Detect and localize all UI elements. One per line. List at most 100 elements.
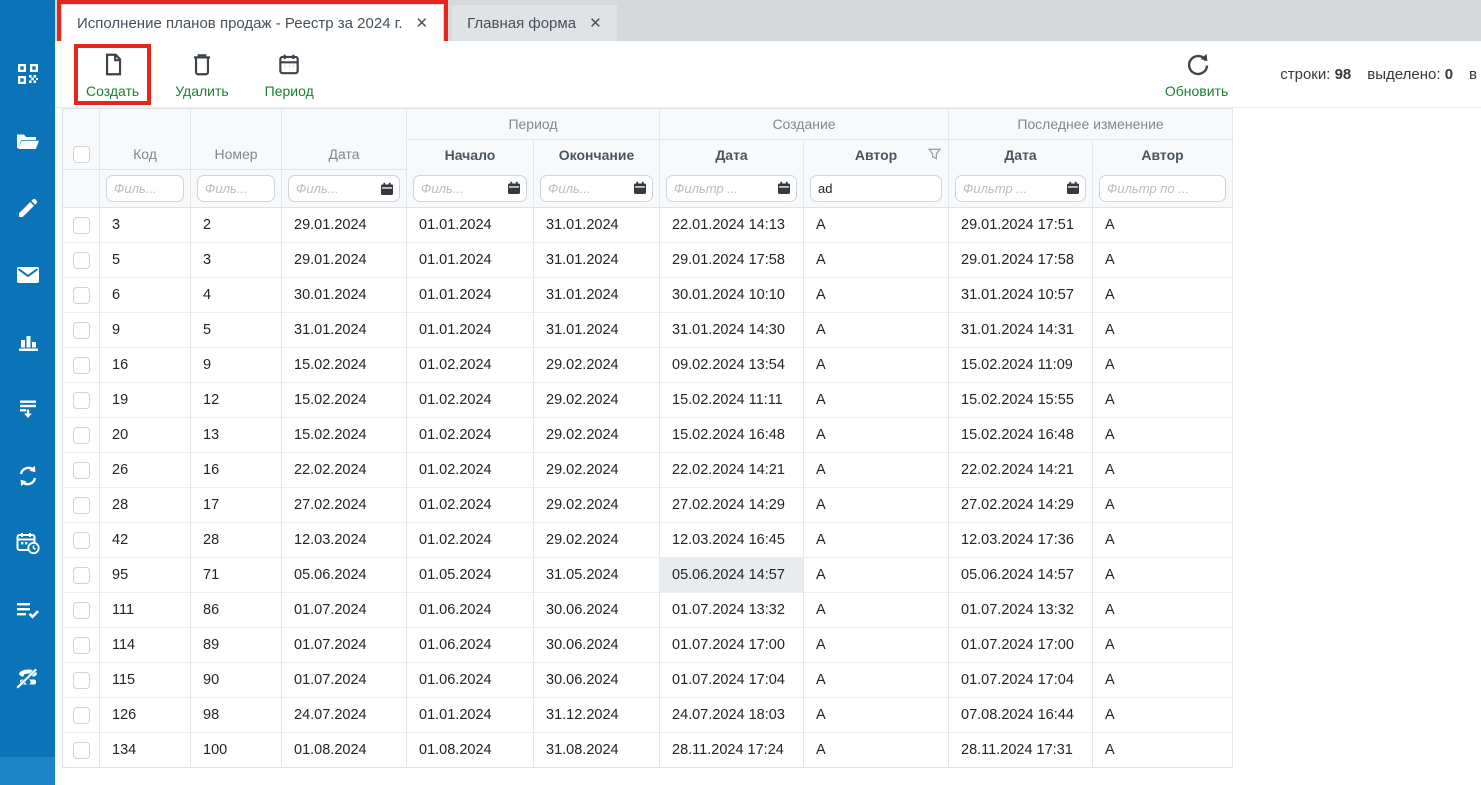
row-checkbox[interactable] [73, 602, 90, 619]
calendar-icon[interactable] [777, 181, 791, 200]
delete-button[interactable]: Удалить [167, 48, 236, 101]
cell-start[interactable]: 01.01.2024 [407, 243, 534, 278]
cell-modified-date[interactable]: 01.07.2024 13:32 [949, 593, 1093, 628]
bar-chart-icon[interactable] [13, 330, 43, 354]
row-checkbox[interactable] [73, 742, 90, 759]
cell-date[interactable]: 29.01.2024 [282, 243, 407, 278]
calendar-icon[interactable] [507, 181, 521, 200]
cell-number[interactable]: 3 [191, 243, 282, 278]
cell-date[interactable]: 30.01.2024 [282, 278, 407, 313]
cell-code[interactable]: 19 [100, 383, 191, 418]
cell-created-author[interactable]: A [804, 418, 949, 453]
cell-start[interactable]: 01.01.2024 [407, 278, 534, 313]
cell-date[interactable]: 01.07.2024 [282, 628, 407, 663]
number-filter-input[interactable] [197, 175, 275, 202]
cell-created-date[interactable]: 09.02.2024 13:54 [660, 348, 804, 383]
cell-number[interactable]: 16 [191, 453, 282, 488]
cell-end[interactable]: 31.12.2024 [534, 698, 660, 733]
row-checkbox[interactable] [73, 392, 90, 409]
cell-code[interactable]: 20 [100, 418, 191, 453]
calendar-icon[interactable] [380, 182, 394, 201]
cell-created-author[interactable]: A [804, 733, 949, 768]
row-checkbox[interactable] [73, 707, 90, 724]
list-download-icon[interactable] [13, 397, 43, 421]
cell-date[interactable]: 15.02.2024 [282, 348, 407, 383]
phone-slash-icon[interactable] [13, 665, 43, 689]
cell-modified-date[interactable]: 05.06.2024 14:57 [949, 558, 1093, 593]
cell-code[interactable]: 126 [100, 698, 191, 733]
column-header-created-date[interactable]: Дата [660, 140, 804, 170]
cell-number[interactable]: 17 [191, 488, 282, 523]
cell-modified-date[interactable]: 01.07.2024 17:04 [949, 663, 1093, 698]
cell-number[interactable]: 86 [191, 593, 282, 628]
cell-start[interactable]: 01.02.2024 [407, 523, 534, 558]
cell-end[interactable]: 30.06.2024 [534, 593, 660, 628]
filter-funnel-icon[interactable] [928, 148, 941, 164]
cell-date[interactable]: 24.07.2024 [282, 698, 407, 733]
cell-modified-date[interactable]: 15.02.2024 15:55 [949, 383, 1093, 418]
column-header-modified-date[interactable]: Дата [949, 140, 1093, 170]
cell-end[interactable]: 31.01.2024 [534, 243, 660, 278]
row-checkbox[interactable] [73, 287, 90, 304]
cell-number[interactable]: 9 [191, 348, 282, 383]
cell-modified-author[interactable]: A [1093, 383, 1233, 418]
cell-created-author[interactable]: A [804, 698, 949, 733]
cell-code[interactable]: 28 [100, 488, 191, 523]
cell-end[interactable]: 31.01.2024 [534, 208, 660, 243]
created-author-filter-input[interactable] [810, 175, 942, 202]
qr-code-icon[interactable] [13, 62, 43, 86]
cell-modified-author[interactable]: A [1093, 313, 1233, 348]
cell-number[interactable]: 90 [191, 663, 282, 698]
cell-number[interactable]: 89 [191, 628, 282, 663]
cell-modified-date[interactable]: 27.02.2024 14:29 [949, 488, 1093, 523]
cell-modified-date[interactable]: 29.01.2024 17:58 [949, 243, 1093, 278]
cell-created-author[interactable]: A [804, 558, 949, 593]
column-header-date[interactable]: Дата [282, 109, 407, 170]
cell-date[interactable]: 12.03.2024 [282, 523, 407, 558]
period-button[interactable]: Период [257, 48, 322, 101]
row-checkbox[interactable] [73, 532, 90, 549]
cell-modified-author[interactable]: A [1093, 628, 1233, 663]
cell-created-date[interactable]: 05.06.2024 14:57 [660, 558, 804, 593]
cell-modified-author[interactable]: A [1093, 453, 1233, 488]
pencil-icon[interactable] [13, 196, 43, 220]
cell-number[interactable]: 100 [191, 733, 282, 768]
cell-date[interactable]: 27.02.2024 [282, 488, 407, 523]
cell-number[interactable]: 2 [191, 208, 282, 243]
row-checkbox[interactable] [73, 497, 90, 514]
cell-modified-author[interactable]: A [1093, 733, 1233, 768]
calendar-icon[interactable] [633, 181, 647, 200]
cell-modified-author[interactable]: A [1093, 698, 1233, 733]
cell-modified-date[interactable]: 22.02.2024 14:21 [949, 453, 1093, 488]
cell-modified-author[interactable]: A [1093, 278, 1233, 313]
cell-created-date[interactable]: 12.03.2024 16:45 [660, 523, 804, 558]
cell-created-date[interactable]: 15.02.2024 11:11 [660, 383, 804, 418]
close-icon[interactable]: ✕ [589, 14, 602, 32]
column-header-start[interactable]: Начало [407, 140, 534, 170]
cell-start[interactable]: 01.02.2024 [407, 418, 534, 453]
calendar-icon[interactable] [1066, 181, 1080, 200]
tab-sales-plans-register[interactable]: Исполнение планов продаж - Реестр за 202… [62, 5, 443, 41]
cell-created-author[interactable]: A [804, 243, 949, 278]
cell-date[interactable]: 15.02.2024 [282, 383, 407, 418]
cell-created-author[interactable]: A [804, 278, 949, 313]
cell-number[interactable]: 12 [191, 383, 282, 418]
cell-code[interactable]: 111 [100, 593, 191, 628]
cell-start[interactable]: 01.02.2024 [407, 453, 534, 488]
cell-created-author[interactable]: A [804, 628, 949, 663]
cell-created-author[interactable]: A [804, 453, 949, 488]
cell-start[interactable]: 01.02.2024 [407, 488, 534, 523]
cell-end[interactable]: 30.06.2024 [534, 628, 660, 663]
folder-open-icon[interactable] [13, 129, 43, 153]
row-checkbox[interactable] [73, 217, 90, 234]
cell-code[interactable]: 6 [100, 278, 191, 313]
column-header-end[interactable]: Окончание [534, 140, 660, 170]
cell-start[interactable]: 01.01.2024 [407, 698, 534, 733]
row-checkbox[interactable] [73, 462, 90, 479]
cell-code[interactable]: 3 [100, 208, 191, 243]
cell-created-author[interactable]: A [804, 523, 949, 558]
sync-icon[interactable] [13, 464, 43, 488]
cell-modified-date[interactable]: 31.01.2024 10:57 [949, 278, 1093, 313]
cell-created-author[interactable]: A [804, 593, 949, 628]
cell-number[interactable]: 13 [191, 418, 282, 453]
